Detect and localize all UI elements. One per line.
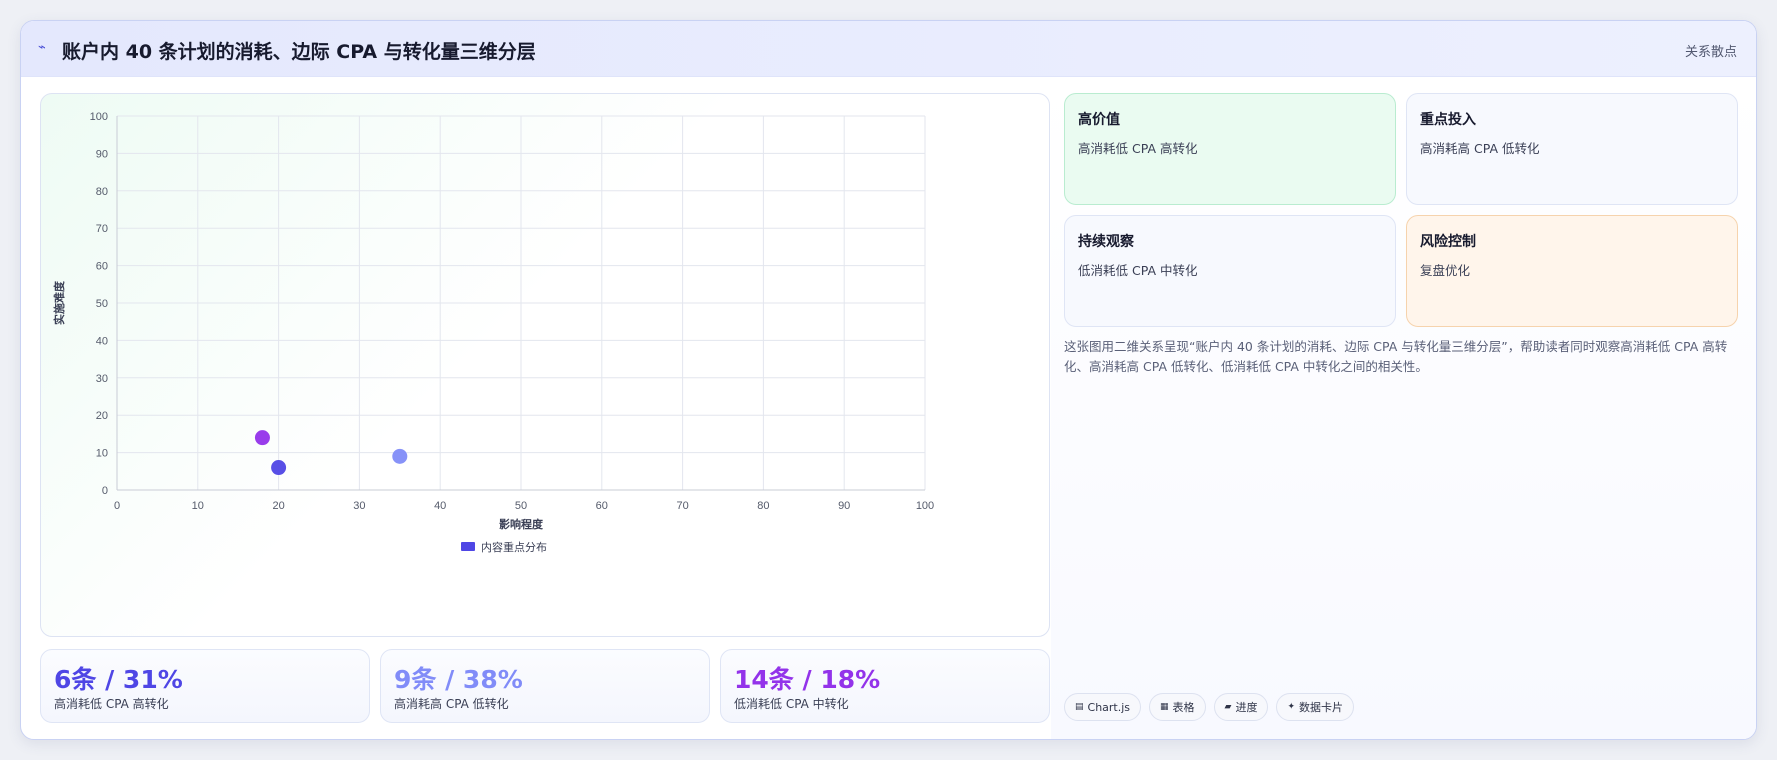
- segment-card-risk-control: 风险控制 复盘优化: [1406, 215, 1738, 327]
- progress-icon: ▰: [1224, 702, 1232, 712]
- y-axis-label: 实施难度: [52, 280, 66, 325]
- x-tick-label: 50: [515, 500, 527, 512]
- scatter-point: [254, 430, 270, 446]
- scatter-point: [392, 448, 408, 464]
- x-tick-label: 80: [757, 500, 769, 512]
- y-tick-label: 90: [96, 148, 108, 160]
- scatter-point: [271, 460, 287, 476]
- chart-icon: ▤: [1075, 702, 1084, 712]
- chip-label: 数据卡片: [1299, 701, 1344, 714]
- x-tick-label: 30: [353, 500, 365, 512]
- segment-title: 风险控制: [1420, 234, 1476, 250]
- chip-chartjs[interactable]: ▤ Chart.js: [1064, 693, 1142, 721]
- chip-data-card[interactable]: ✦ 数据卡片: [1276, 693, 1355, 721]
- segment-subtitle: 高消耗高 CPA 低转化: [1420, 141, 1540, 156]
- chip-table[interactable]: ▦ 表格: [1149, 693, 1206, 721]
- stat-value: 14条 / 18%: [734, 665, 881, 694]
- legend-label: 内容重点分布: [481, 540, 547, 554]
- segment-title: 持续观察: [1078, 234, 1134, 250]
- stat-label: 高消耗高 CPA 低转化: [394, 697, 509, 711]
- x-tick-label: 10: [192, 500, 204, 512]
- table-icon: ▦: [1160, 702, 1169, 712]
- segment-subtitle: 高消耗低 CPA 高转化: [1078, 141, 1198, 156]
- legend-swatch: [461, 542, 475, 551]
- stat-value: 6条 / 31%: [54, 665, 183, 694]
- stat-label: 低消耗低 CPA 中转化: [734, 697, 849, 711]
- y-tick-label: 80: [96, 186, 108, 198]
- y-tick-label: 100: [90, 111, 108, 123]
- chart-panel: 0 10 20 30 40 50 60 70 80 90 100 0 10 20 30 40 50 60 70 80 9…: [40, 93, 1050, 637]
- y-tick-label: 50: [96, 298, 108, 310]
- chip-label: 进度: [1235, 701, 1258, 714]
- scatter-chart: 0 10 20 30 40 50 60 70 80 90 100 0 10 20 30 40 50 60 70 80 9…: [52, 111, 934, 554]
- chart-type-tag: 关系散点: [1684, 45, 1737, 60]
- chip-label: Chart.js: [1087, 700, 1131, 714]
- stat-card-3: 14条 / 18% 低消耗低 CPA 中转化: [720, 649, 1050, 723]
- segment-card-observe: 持续观察 低消耗低 CPA 中转化: [1064, 215, 1396, 327]
- x-axis-label: 影响程度: [499, 517, 544, 531]
- chip-progress[interactable]: ▰ 进度: [1213, 693, 1269, 721]
- segment-title: 高价值: [1078, 112, 1120, 128]
- y-tick-label: 0: [102, 485, 108, 497]
- y-tick-label: 20: [96, 410, 108, 422]
- x-tick-label: 0: [114, 500, 120, 512]
- segment-title: 重点投入: [1420, 112, 1476, 128]
- y-tick-label: 40: [96, 335, 108, 347]
- stat-card-1: 6条 / 31% 高消耗低 CPA 高转化: [40, 649, 370, 723]
- trend-line-icon: ⌁: [38, 40, 46, 55]
- stat-card-2: 9条 / 38% 高消耗高 CPA 低转化: [380, 649, 710, 723]
- sparkle-icon: ✦: [1287, 702, 1296, 712]
- x-tick-label: 70: [676, 500, 688, 512]
- page-title: 账户内 40 条计划的消耗、边际 CPA 与转化量三维分层: [62, 41, 536, 63]
- card-header: ⌁ 账户内 40 条计划的消耗、边际 CPA 与转化量三维分层 关系散点: [21, 21, 1756, 77]
- x-tick-label: 100: [916, 500, 934, 512]
- chart-description: 这张图用二维关系呈现“账户内 40 条计划的消耗、边际 CPA 与转化量三维分层…: [1064, 339, 1728, 374]
- y-tick-label: 70: [96, 223, 108, 235]
- x-tick-label: 40: [434, 500, 446, 512]
- x-tick-label: 90: [838, 500, 850, 512]
- stat-value: 9条 / 38%: [394, 665, 523, 694]
- stat-label: 高消耗低 CPA 高转化: [54, 697, 169, 711]
- tech-chip-row: ▤ Chart.js ▦ 表格 ▰ 进度 ✦ 数据卡片: [1064, 693, 1355, 721]
- chip-label: 表格: [1172, 701, 1195, 714]
- x-tick-label: 20: [272, 500, 284, 512]
- x-tick-label: 60: [596, 500, 608, 512]
- segment-card-high-value: 高价值 高消耗低 CPA 高转化: [1064, 93, 1396, 205]
- y-tick-label: 60: [96, 261, 108, 273]
- segment-card-focus-invest: 重点投入 高消耗高 CPA 低转化: [1406, 93, 1738, 205]
- y-tick-label: 30: [96, 373, 108, 385]
- segment-subtitle: 低消耗低 CPA 中转化: [1078, 263, 1198, 278]
- segment-subtitle: 复盘优化: [1420, 263, 1471, 278]
- y-tick-label: 10: [96, 448, 108, 460]
- main-card: ⌁ 账户内 40 条计划的消耗、边际 CPA 与转化量三维分层 关系散点 0 10…: [20, 20, 1757, 740]
